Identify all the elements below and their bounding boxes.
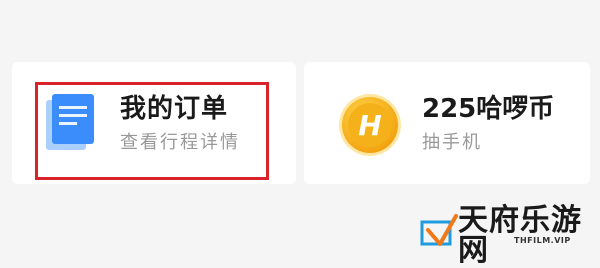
hello-coin-icon: H xyxy=(339,94,401,156)
hello-coins-subtitle: 抽手机 xyxy=(422,132,482,153)
hello-coins-title: 225哈啰币 xyxy=(422,94,555,124)
coin-letter: H xyxy=(358,109,381,142)
highlight-frame xyxy=(35,82,269,180)
watermark-url: THFILM.VIP xyxy=(514,236,571,245)
watermark-logo-icon xyxy=(420,214,458,246)
